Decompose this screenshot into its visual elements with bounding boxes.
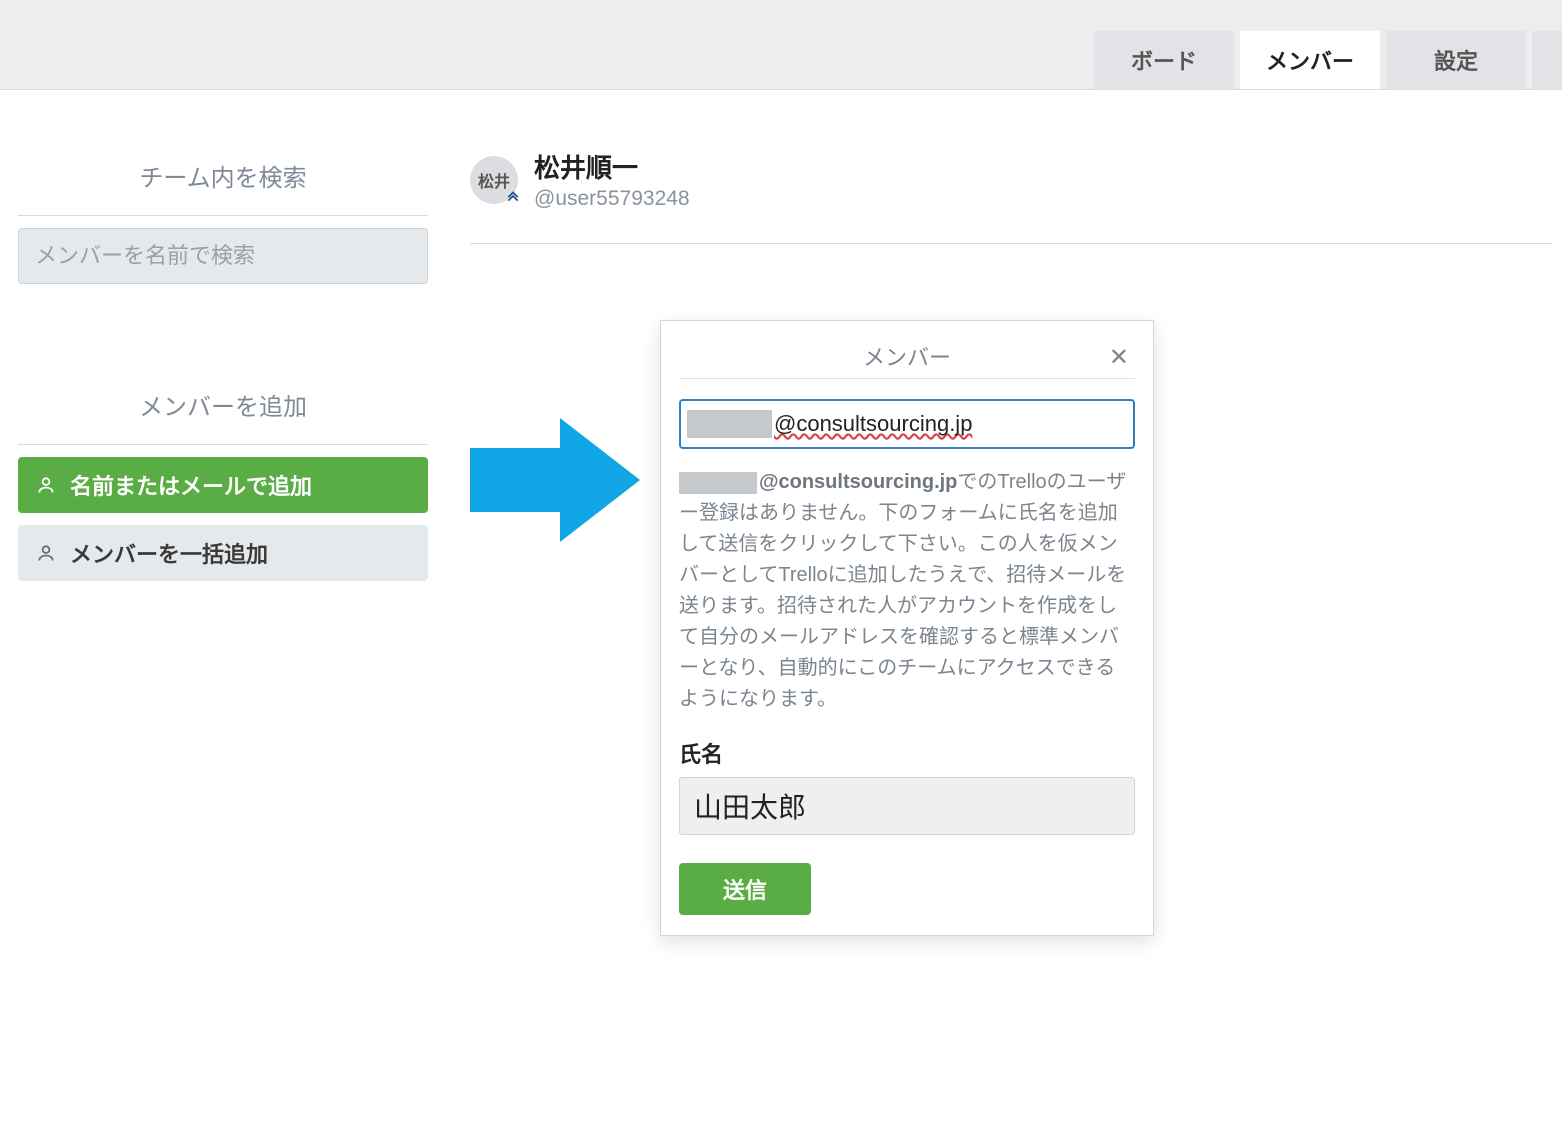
- close-icon[interactable]: ✕: [1103, 341, 1135, 374]
- arrow-annotation-icon: [470, 410, 640, 550]
- button-label: 名前またはメールで追加: [70, 469, 312, 501]
- popover-body-text: @consultsourcing.jpでのTrelloのユーザー登録はありません…: [679, 467, 1135, 715]
- add-by-name-button[interactable]: 名前またはメールで追加: [18, 457, 428, 513]
- divider: [18, 444, 428, 445]
- member-row: 松井 松井順一 @user55793248: [470, 140, 1552, 244]
- add-section-title: メンバーを追加: [18, 369, 428, 444]
- person-icon: [36, 543, 56, 563]
- topbar: ボード メンバー 設定: [0, 0, 1562, 90]
- admin-badge-icon: [506, 189, 520, 206]
- submit-button[interactable]: 送信: [679, 863, 811, 915]
- name-field-label: 氏名: [679, 737, 1135, 769]
- divider: [18, 215, 428, 216]
- member-name: 松井順一: [534, 148, 690, 185]
- email-input[interactable]: @consultsourcing.jp: [679, 399, 1135, 449]
- tab-list: ボード メンバー 設定: [1088, 31, 1562, 89]
- sidebar: チーム内を検索 メンバーを追加 名前またはメールで追加 メンバーを一括追加: [18, 140, 428, 593]
- name-input[interactable]: [679, 777, 1135, 835]
- member-handle: @user55793248: [534, 187, 690, 211]
- tab-boards[interactable]: ボード: [1094, 31, 1234, 89]
- popover-header: メンバー ✕: [679, 333, 1135, 379]
- button-label: メンバーを一括追加: [70, 537, 268, 569]
- popover-title: メンバー: [863, 340, 951, 372]
- email-domain-text: @consultsourcing.jp: [774, 411, 972, 437]
- add-member-popover: メンバー ✕ @consultsourcing.jp @consultsourc…: [660, 320, 1154, 936]
- redacted-segment: [687, 410, 772, 438]
- member-search-input[interactable]: [18, 228, 428, 284]
- tab-members[interactable]: メンバー: [1240, 31, 1380, 89]
- person-add-icon: [36, 475, 56, 495]
- search-section-title: チーム内を検索: [18, 140, 428, 215]
- tab-overflow[interactable]: [1532, 31, 1562, 89]
- avatar[interactable]: 松井: [470, 156, 518, 204]
- member-info: 松井順一 @user55793248: [534, 148, 690, 211]
- bulk-add-button[interactable]: メンバーを一括追加: [18, 525, 428, 581]
- tab-settings[interactable]: 設定: [1386, 31, 1526, 89]
- redacted-segment: [679, 472, 757, 494]
